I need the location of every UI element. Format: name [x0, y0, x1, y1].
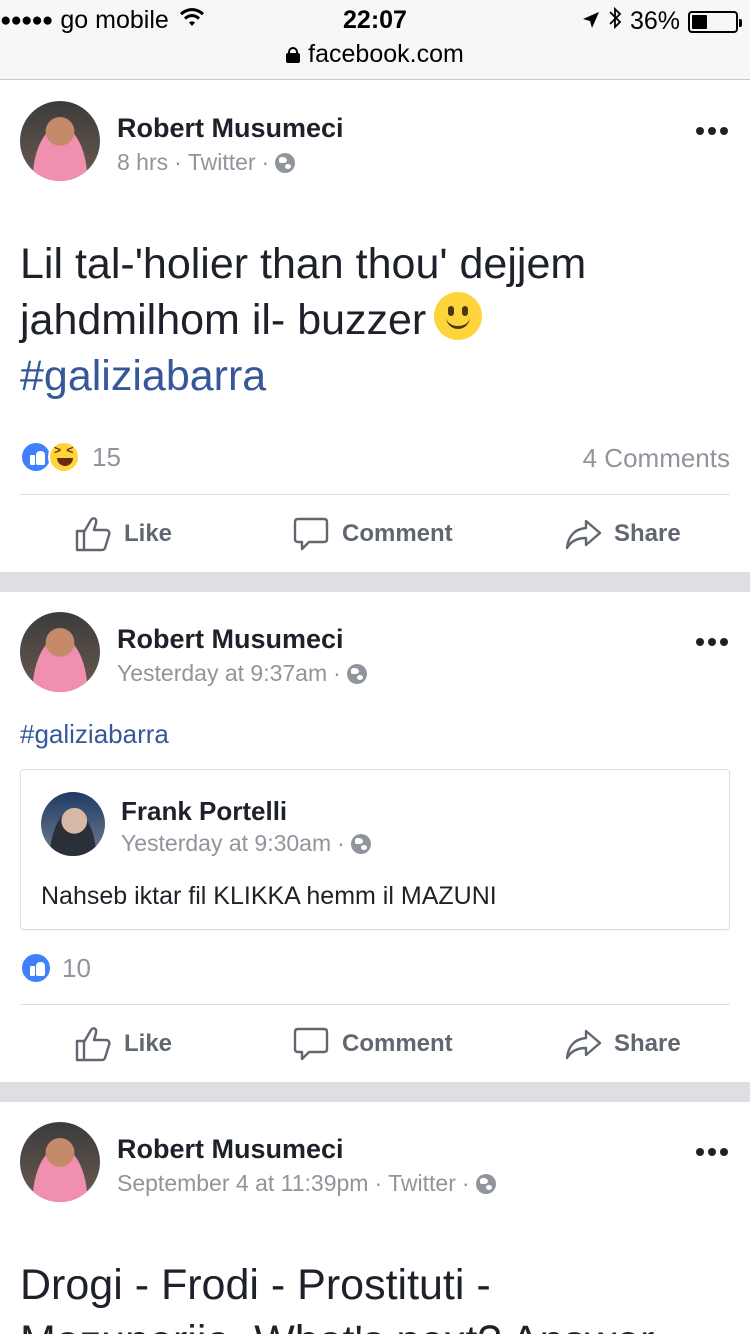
post-meta: September 4 at 11:39pm · Twitter ·: [117, 1170, 496, 1197]
separator: ·: [337, 830, 345, 856]
like-label: Like: [124, 520, 173, 547]
globe-icon: [275, 152, 296, 173]
like-button[interactable]: Like: [74, 1014, 172, 1074]
haha-reaction-icon: [48, 441, 80, 473]
feed-post: Robert Musumeci Yesterday at 9:37am · #g…: [0, 592, 750, 1082]
post-author[interactable]: Robert Musumeci: [117, 113, 344, 144]
reaction-count: 10: [62, 952, 91, 983]
post-text-line: jahdmilhom il- buzzer: [20, 296, 427, 344]
more-options-button[interactable]: [696, 1148, 728, 1156]
shared-post-card[interactable]: Frank Portelli Yesterday at 9:30am · Nah…: [20, 769, 730, 930]
post-source: Twitter: [388, 1170, 456, 1196]
browser-status-bar: ●●●●● go mobile 22:07 36% facebook.com: [0, 0, 750, 80]
feed-post: Robert Musumeci 8 hrs · Twitter · Lil ta…: [0, 81, 750, 572]
thumbs-up-icon: [74, 1025, 112, 1063]
feed-separator: [0, 572, 750, 592]
feed-post: Robert Musumeci September 4 at 11:39pm ·…: [0, 1102, 750, 1334]
reactions-summary[interactable]: 10: [20, 952, 91, 984]
like-button[interactable]: Like: [74, 504, 172, 564]
shared-post-text: Nahseb iktar fil KLIKKA hemm il MAZUNI: [41, 882, 497, 910]
share-label: Share: [614, 520, 681, 547]
thumbs-up-icon: [74, 515, 112, 553]
reaction-count: 15: [92, 441, 121, 472]
post-time[interactable]: September 4 at 11:39pm: [117, 1170, 368, 1197]
url-text: facebook.com: [308, 40, 464, 68]
bluetooth-icon: [608, 6, 622, 37]
feed-separator: [0, 1082, 750, 1102]
post-author[interactable]: Robert Musumeci: [117, 1134, 344, 1165]
shared-post-meta: Yesterday at 9:30am ·: [121, 830, 371, 857]
separator: ·: [261, 149, 270, 175]
avatar[interactable]: [20, 101, 100, 181]
share-button[interactable]: Share: [564, 504, 681, 564]
post-actions: Like Comment Share: [0, 1014, 750, 1074]
battery-percent: 36%: [629, 7, 680, 35]
share-label: Share: [614, 1030, 681, 1057]
globe-icon: [475, 1173, 496, 1194]
post-actions: Like Comment Share: [0, 504, 750, 564]
comment-bubble-icon: [292, 1025, 330, 1063]
status-icons: 36%: [582, 6, 742, 37]
globe-icon: [350, 833, 371, 854]
comment-label: Comment: [342, 1030, 453, 1057]
post-text-line-2: jahdmilhom il- buzzer: [20, 292, 730, 348]
share-arrow-icon: [564, 1025, 602, 1063]
avatar[interactable]: [20, 612, 100, 692]
more-options-button[interactable]: [696, 127, 728, 135]
separator: ·: [461, 1170, 470, 1196]
post-source: Twitter: [187, 149, 256, 175]
post-time[interactable]: Yesterday at 9:37am: [117, 660, 327, 687]
post-author[interactable]: Robert Musumeci: [117, 624, 344, 655]
hashtag-link[interactable]: #galiziabarra: [20, 719, 169, 750]
comment-label: Comment: [342, 520, 453, 547]
post-text-line: Mazunerija. What's next? Answer: [20, 1313, 730, 1334]
reactions-summary[interactable]: 15: [20, 441, 121, 473]
address-bar[interactable]: facebook.com: [0, 40, 750, 69]
shared-post-author[interactable]: Frank Portelli: [121, 796, 287, 827]
battery-icon: [688, 10, 742, 33]
post-meta: 8 hrs · Twitter ·: [117, 149, 296, 176]
post-text-line: Drogi - Frodi - Prostituti -: [20, 1261, 491, 1309]
divider: [20, 494, 730, 495]
comment-button[interactable]: Comment: [292, 504, 453, 564]
divider: [20, 1004, 730, 1005]
separator: ·: [174, 149, 182, 175]
post-text-line: Lil tal-'holier than thou' dejjem: [20, 240, 587, 288]
lock-icon: [286, 46, 301, 63]
comments-count-link[interactable]: 4 Comments: [583, 443, 730, 474]
like-label: Like: [124, 1030, 173, 1057]
avatar[interactable]: [41, 792, 105, 856]
share-arrow-icon: [564, 515, 602, 553]
post-meta: Yesterday at 9:37am ·: [117, 660, 367, 687]
post-time[interactable]: 8 hrs: [117, 149, 168, 176]
post-text: Lil tal-'holier than thou' dejjem jahdmi…: [20, 236, 730, 404]
more-options-button[interactable]: [696, 638, 728, 646]
shared-post-time[interactable]: Yesterday at 9:30am: [121, 830, 331, 857]
location-arrow-icon: [582, 7, 600, 36]
separator: ·: [333, 660, 341, 686]
comment-button[interactable]: Comment: [292, 1014, 453, 1074]
share-button[interactable]: Share: [564, 1014, 681, 1074]
like-reaction-icon: [20, 952, 52, 984]
globe-icon: [346, 663, 367, 684]
comment-bubble-icon: [292, 515, 330, 553]
avatar[interactable]: [20, 1122, 100, 1202]
hashtag-link[interactable]: #galiziabarra: [20, 348, 730, 404]
separator: ·: [374, 1170, 383, 1196]
smiley-emoji-icon: [434, 292, 483, 340]
post-text: Drogi - Frodi - Prostituti - Mazunerija.…: [20, 1257, 730, 1334]
